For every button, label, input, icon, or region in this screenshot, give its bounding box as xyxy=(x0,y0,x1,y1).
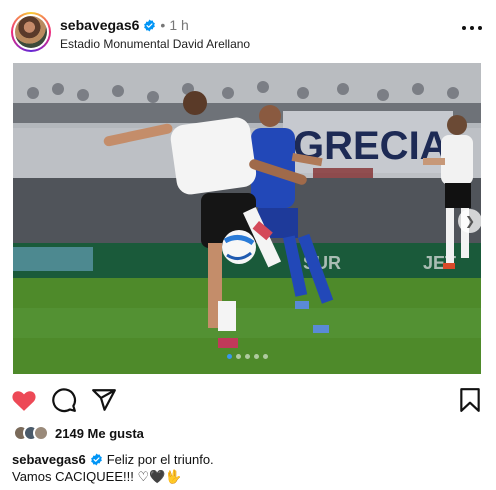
carousel-dot xyxy=(262,354,268,359)
chevron-right-icon: ❯ xyxy=(464,214,476,228)
username-link[interactable]: sebavegas6 xyxy=(60,17,139,33)
comment-button[interactable] xyxy=(50,386,78,414)
user-line: sebavegas6 • 1 h xyxy=(60,17,189,33)
carousel-dot xyxy=(226,354,232,359)
like-button[interactable] xyxy=(10,386,38,414)
separator: • xyxy=(160,17,166,33)
bookmark-icon xyxy=(460,388,480,412)
caption-text-line2: Vamos CACIQUEE!!! ♡🖤🖖 xyxy=(12,469,182,484)
carousel-next-button[interactable]: ❯ xyxy=(458,209,481,233)
heart-filled-icon xyxy=(12,391,36,411)
share-button[interactable] xyxy=(90,386,118,414)
more-options-button[interactable] xyxy=(462,23,482,33)
location-link[interactable]: Estadio Monumental David Arellano xyxy=(60,37,250,51)
caption-text-line1: Feliz por el triunfo. xyxy=(106,452,214,467)
likes-count[interactable]: 2149 Me gusta xyxy=(55,426,144,441)
carousel-dot xyxy=(253,354,259,359)
match-photo-illustration: GRECIA SUR JET xyxy=(13,63,481,374)
carousel-dot xyxy=(244,354,250,359)
liker-avatar xyxy=(33,425,49,441)
post-time[interactable]: 1 h xyxy=(169,17,188,33)
post-caption: sebavegas6 Feliz por el triunfo. Vamos C… xyxy=(12,451,482,485)
caption-username[interactable]: sebavegas6 xyxy=(12,451,86,468)
likes-row[interactable]: 2149 Me gusta xyxy=(13,424,144,442)
avatar-image xyxy=(15,16,47,48)
carousel-dot xyxy=(235,354,241,359)
more-horizontal-icon xyxy=(462,26,466,30)
post-photo[interactable]: GRECIA SUR JET ❯ xyxy=(13,63,481,374)
post-header: sebavegas6 • 1 h Estadio Monumental Davi… xyxy=(0,0,496,62)
save-button[interactable] xyxy=(456,386,484,414)
verified-badge-icon xyxy=(90,453,102,466)
post-actions xyxy=(0,386,496,416)
carousel-indicator xyxy=(13,354,481,359)
send-icon xyxy=(92,389,116,411)
verified-badge-icon xyxy=(144,19,156,31)
comment-icon xyxy=(52,388,77,413)
avatar[interactable] xyxy=(11,12,51,52)
